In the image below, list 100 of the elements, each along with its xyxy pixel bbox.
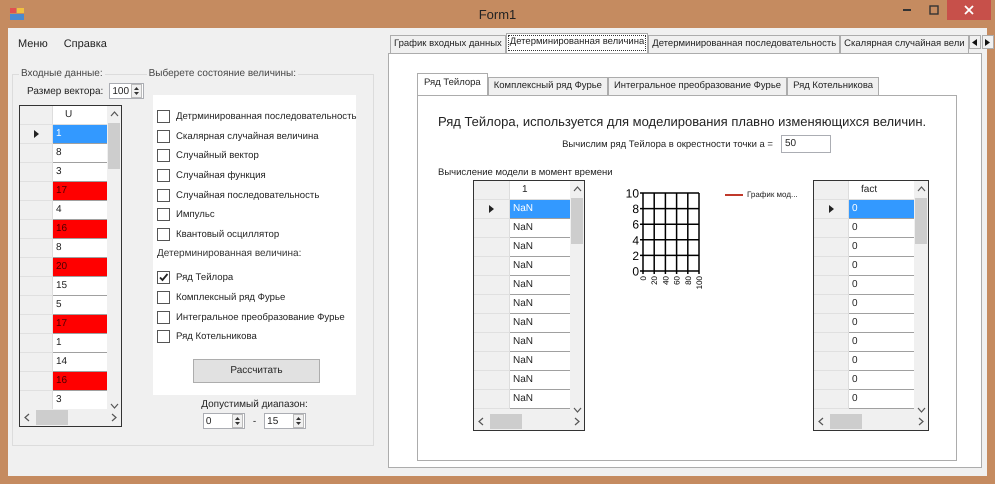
table-cell[interactable]: 0 xyxy=(849,314,914,333)
group-title: Выберете состояние величины: xyxy=(146,68,298,81)
scroll-up-icon[interactable] xyxy=(110,111,118,117)
tab[interactable]: Детерминированная последовательность xyxy=(648,35,840,53)
scrollbar-thumb[interactable] xyxy=(571,198,583,244)
table-cell[interactable]: 0 xyxy=(849,219,914,238)
tab[interactable]: Комплексный ряд Фурье xyxy=(488,77,608,95)
checkbox[interactable] xyxy=(157,291,170,304)
scrollbar-thumb[interactable] xyxy=(36,410,68,425)
column-header[interactable]: U xyxy=(53,106,107,125)
checkbox[interactable] xyxy=(157,208,170,222)
table-cell[interactable]: 0 xyxy=(849,352,914,371)
table-cell[interactable]: NaN xyxy=(510,257,570,276)
checkbox[interactable] xyxy=(157,110,170,124)
table-cell[interactable]: 20 xyxy=(53,258,107,277)
scroll-up-icon[interactable] xyxy=(572,186,582,192)
table-cell[interactable]: 16 xyxy=(53,372,107,391)
checkbox[interactable] xyxy=(157,130,170,143)
scrollbar-thumb[interactable] xyxy=(830,414,862,429)
column-header[interactable]: 1 xyxy=(510,181,570,200)
scrollbar-thumb[interactable] xyxy=(490,414,522,429)
table-cell[interactable]: 0 xyxy=(849,276,914,295)
close-icon xyxy=(964,5,974,15)
table-cell[interactable]: 15 xyxy=(53,277,107,296)
checkbox[interactable] xyxy=(157,169,170,182)
calculate-button[interactable]: Рассчитать xyxy=(193,358,320,383)
table-cell[interactable]: NaN xyxy=(510,371,570,390)
checkbox[interactable] xyxy=(157,330,170,344)
checkbox[interactable] xyxy=(157,310,170,324)
table-cell[interactable]: NaN xyxy=(510,295,570,314)
scroll-up-icon[interactable] xyxy=(916,186,926,192)
scroll-left-icon[interactable] xyxy=(24,413,30,422)
data-grid[interactable]: 1 NaN NaN NaN NaN NaN NaN NaN NaN NaN NaN NaN xyxy=(473,180,585,431)
option-label: Импульс xyxy=(176,209,215,220)
tick-label: 100 xyxy=(695,276,704,290)
table-cell[interactable]: 0 xyxy=(849,295,914,314)
table-cell[interactable]: 17 xyxy=(53,182,107,201)
table-cell[interactable]: 0 xyxy=(849,238,914,257)
scroll-left-icon[interactable] xyxy=(818,417,824,426)
spinner-arrows-icon[interactable] xyxy=(232,414,243,428)
table-cell[interactable]: 0 xyxy=(849,333,914,352)
data-grid[interactable]: U 1 8 3 17 4 16 8 20 15 5 17 1 14 16 3 xyxy=(19,105,122,427)
data-grid[interactable]: fact 0 0 0 0 0 0 0 0 0 0 0 xyxy=(813,180,929,431)
tab[interactable]: Ряд Котельникова xyxy=(787,77,880,95)
scroll-right-icon[interactable] xyxy=(918,417,924,426)
table-cell[interactable]: 8 xyxy=(53,144,107,163)
table-cell[interactable]: NaN xyxy=(510,219,570,238)
tab[interactable]: Детерминированная величина xyxy=(506,33,648,53)
tab[interactable]: График входных данных xyxy=(390,35,506,53)
checkbox[interactable] xyxy=(157,228,170,241)
scroll-right-icon[interactable] xyxy=(574,417,580,426)
table-cell[interactable]: 8 xyxy=(53,239,107,258)
scroll-down-icon[interactable] xyxy=(572,407,582,413)
table-cell[interactable]: NaN xyxy=(510,276,570,295)
tab[interactable]: Скалярная случайная вели xyxy=(840,35,969,53)
table-cell[interactable]: NaN xyxy=(510,238,570,257)
table-cell[interactable]: NaN xyxy=(510,352,570,371)
close-button[interactable] xyxy=(947,0,991,20)
spinner-arrows-icon[interactable] xyxy=(131,84,142,98)
check-icon xyxy=(158,272,169,284)
spinner-arrows-icon[interactable] xyxy=(293,414,304,428)
table-cell[interactable]: 0 xyxy=(849,257,914,276)
table-cell[interactable]: 4 xyxy=(53,201,107,220)
scroll-left-button[interactable] xyxy=(968,35,981,49)
column-header[interactable]: fact xyxy=(849,181,914,200)
number-field[interactable]: 0 xyxy=(202,413,245,429)
scrollbar-thumb[interactable] xyxy=(108,123,120,169)
scroll-right-icon[interactable] xyxy=(111,413,117,422)
checkbox[interactable] xyxy=(157,149,170,162)
scroll-left-icon[interactable] xyxy=(478,417,484,426)
scroll-right-button[interactable] xyxy=(982,35,994,49)
menu-item[interactable]: Меню xyxy=(11,38,55,50)
table-cell[interactable]: 5 xyxy=(53,296,107,315)
table-cell[interactable]: NaN xyxy=(510,390,570,409)
option-label: Скалярная случайная величина xyxy=(176,130,319,142)
table-cell[interactable]: 3 xyxy=(53,163,107,182)
table-cell[interactable]: 3 xyxy=(53,391,107,409)
table-cell[interactable]: NaN xyxy=(510,333,570,352)
tick-label: 0 xyxy=(639,276,648,280)
table-cell[interactable]: 1 xyxy=(53,334,107,353)
scrollbar-thumb[interactable] xyxy=(915,198,927,244)
tab[interactable]: Ряд Тейлора xyxy=(417,73,488,95)
table-cell[interactable]: 0 xyxy=(849,390,914,409)
input-field[interactable]: 50 xyxy=(781,135,831,153)
number-field[interactable]: 15 xyxy=(264,413,306,429)
option-label: Случайный вектор xyxy=(176,150,259,162)
table-cell[interactable]: 0 xyxy=(849,371,914,390)
table-cell[interactable]: 17 xyxy=(53,315,107,334)
tab[interactable]: Интегральное преобразование Фурье xyxy=(608,77,788,95)
number-field[interactable]: 100 xyxy=(109,83,144,99)
tick-label: 0 xyxy=(632,264,639,278)
table-cell[interactable]: 14 xyxy=(53,353,107,372)
scroll-down-icon[interactable] xyxy=(916,407,926,413)
tick-label: 10 xyxy=(626,186,639,200)
table-cell[interactable]: NaN xyxy=(510,314,570,333)
checkbox[interactable] xyxy=(157,271,170,284)
menu-item[interactable]: Справка xyxy=(56,38,114,50)
scroll-down-icon[interactable] xyxy=(110,403,118,409)
table-cell[interactable]: 16 xyxy=(53,220,107,239)
checkbox[interactable] xyxy=(157,188,170,202)
